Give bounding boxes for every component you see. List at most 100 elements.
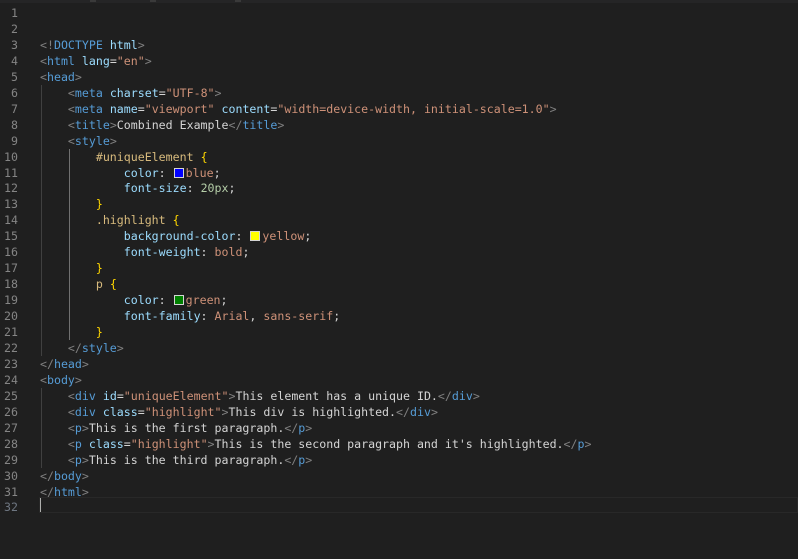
code-token: < (67, 133, 75, 148)
line-code: <p>This is the first paragraph.</p> (40, 420, 312, 436)
line-number: 15 (4, 229, 18, 244)
code-token: < (67, 101, 75, 116)
code-token: This element has a unique ID. (235, 388, 438, 403)
code-token: This is the second paragraph and it's hi… (214, 436, 564, 451)
code-token: html (109, 37, 138, 52)
line-number: 2 (11, 21, 18, 36)
code-token: > (207, 436, 215, 451)
line-code: <div id="uniqueElement">This element has… (40, 388, 480, 404)
code-token: = (137, 101, 145, 116)
color-swatch-icon[interactable] (250, 231, 261, 242)
code-token: "width=device-width, initial-scale=1.0" (277, 101, 550, 116)
color-swatch-icon[interactable] (173, 295, 184, 306)
code-token: > (137, 37, 145, 52)
code-token: "UTF-8" (165, 85, 215, 100)
code-token: "viewport" (144, 101, 215, 116)
code-token: "uniqueElement" (123, 388, 229, 403)
code-token: </ (396, 404, 410, 419)
code-token: , (249, 309, 264, 324)
line-code: <body> (40, 372, 82, 388)
code-token: { (172, 213, 180, 228)
line-code: p { (40, 276, 117, 292)
code-token: style (81, 340, 117, 355)
code-token: : (158, 293, 173, 308)
code-token: </ (284, 420, 299, 435)
code-token: } (95, 197, 103, 212)
code-token: < (67, 85, 75, 100)
code-token: name (109, 101, 138, 116)
current-line-highlight (39, 497, 798, 513)
code-token: p (74, 436, 82, 451)
line-number: 24 (4, 372, 18, 387)
line-number: 27 (4, 420, 18, 435)
code-token: body (53, 468, 82, 483)
line-code: <html lang="en"> (40, 53, 152, 69)
code-token: > (277, 117, 285, 132)
line-number: 28 (4, 436, 18, 451)
code-token: </ (40, 468, 54, 483)
code-token: 20px (200, 181, 229, 196)
code-token: > (221, 404, 229, 419)
code-token: > (81, 468, 89, 483)
line-number: 12 (4, 181, 18, 196)
code-editor[interactable]: 1 2 3 <!DOCTYPE html> 4 <html lang="en"> 5 <hea… (0, 0, 798, 559)
code-token: > (116, 340, 124, 355)
color-swatch-icon[interactable] (173, 167, 184, 178)
line-code: .highlight { (40, 212, 180, 228)
line-code: <!DOCTYPE html> (40, 37, 145, 53)
code-token: lang (81, 53, 110, 68)
code-token: </ (563, 436, 578, 451)
code-token: head (53, 356, 82, 371)
line-number: 18 (4, 277, 18, 292)
code-token: id (102, 388, 117, 403)
line-number: 7 (11, 101, 18, 116)
code-token: > (214, 85, 222, 100)
code-token: green (185, 293, 221, 308)
line-number: 13 (4, 197, 18, 212)
code-token: > (81, 356, 89, 371)
code-token: ; (304, 229, 312, 244)
line-number: 32 (4, 500, 18, 515)
indent-guide (41, 84, 42, 356)
line-code: <p>This is the third paragraph.</p> (40, 452, 312, 468)
code-token: > (584, 436, 592, 451)
code-token: head (46, 69, 75, 84)
code-token: < (67, 117, 75, 132)
line-number: 8 (11, 117, 18, 132)
code-token: title (242, 117, 278, 132)
code-token: ; (213, 165, 221, 180)
code-token: div (74, 404, 96, 419)
code-token: font-weight (123, 245, 201, 260)
line-code: background-color: yellow; (40, 228, 312, 244)
code-token: = (158, 85, 166, 100)
line-number: 29 (4, 452, 18, 467)
code-token: </ (284, 452, 299, 467)
code-token: meta (74, 85, 103, 100)
code-token: div (451, 388, 473, 403)
indent-guide (41, 387, 42, 468)
code-token: html (46, 53, 75, 68)
line-code: </head> (40, 356, 89, 372)
line-number: 14 (4, 213, 18, 228)
line-code: } (40, 324, 103, 340)
code-token: { (109, 277, 117, 292)
line-number: 17 (4, 261, 18, 276)
code-token: > (472, 388, 480, 403)
line-number: 10 (4, 149, 18, 164)
code-token: ; (228, 181, 236, 196)
code-token: This is the first paragraph. (88, 420, 285, 435)
code-token: > (144, 53, 152, 68)
